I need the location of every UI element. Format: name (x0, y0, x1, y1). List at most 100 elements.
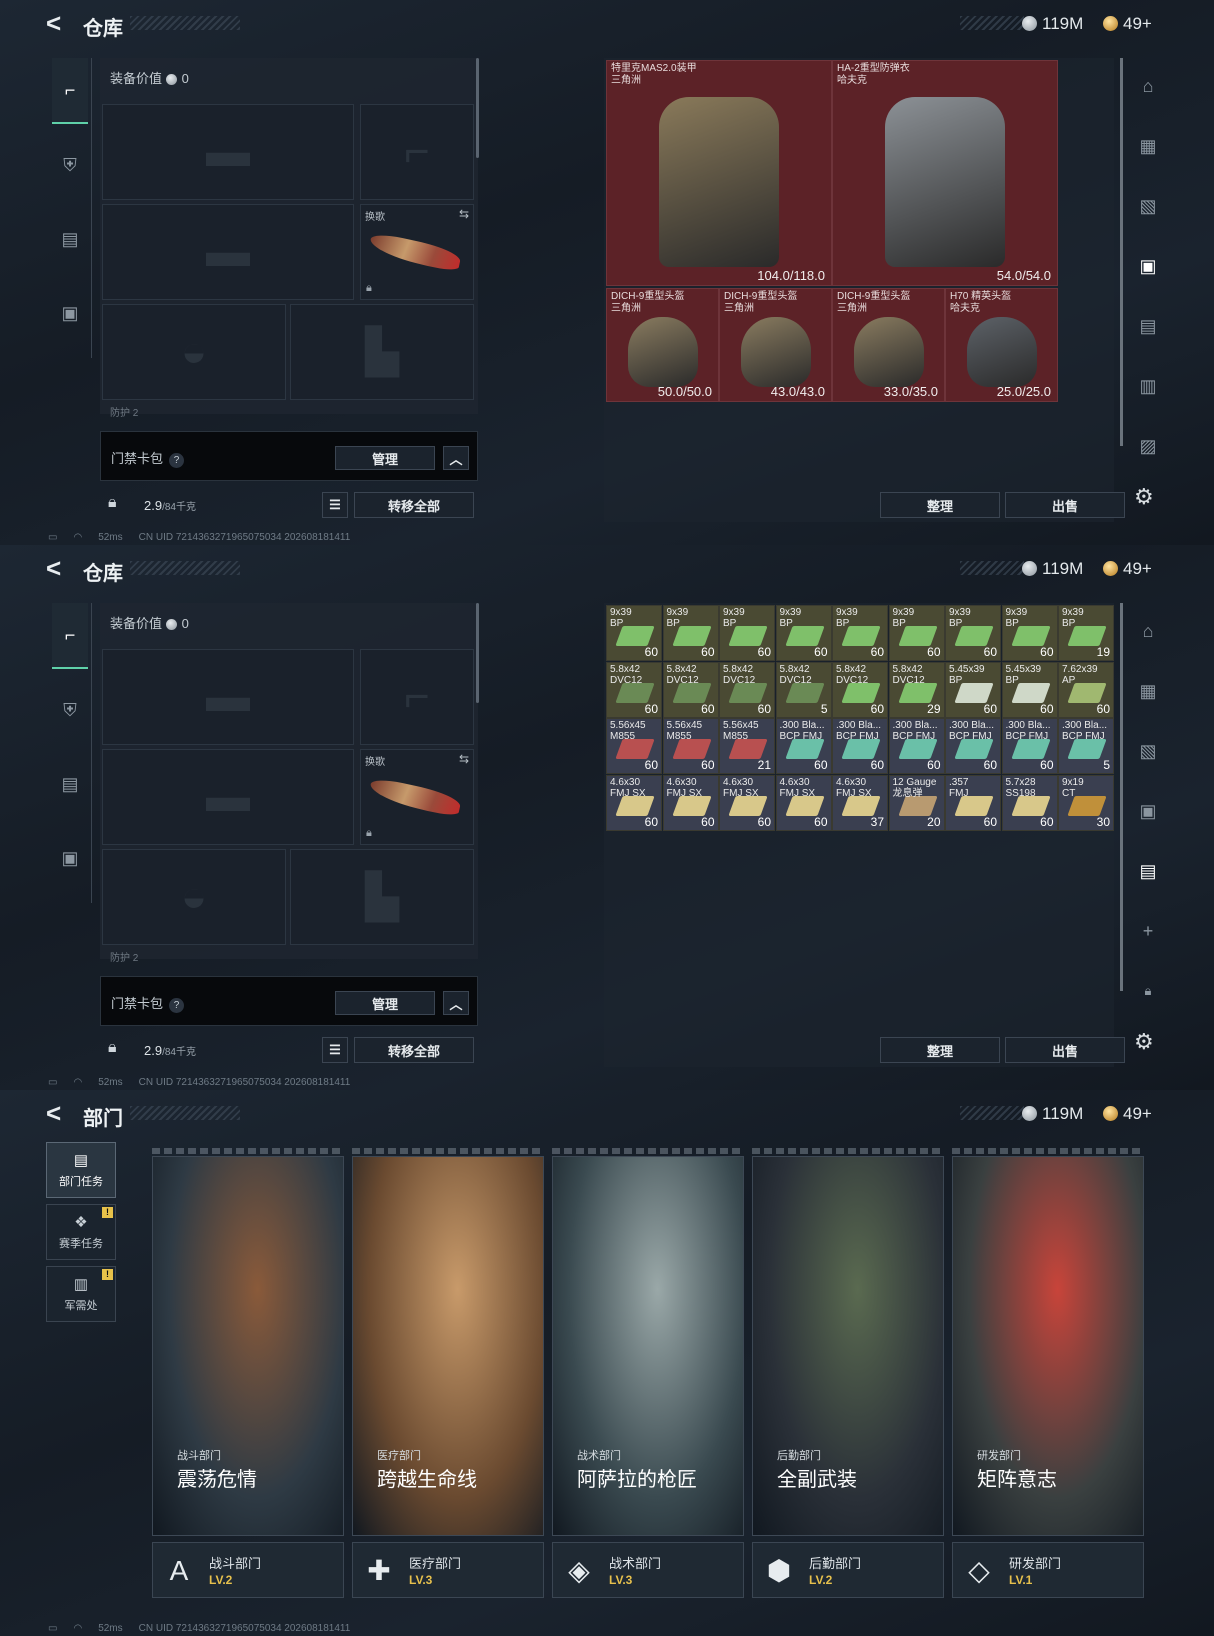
ammo-item[interactable]: 4.6x30 FMJ SX 60 (662, 774, 719, 831)
ammo-item[interactable]: 9x39 BP 60 (832, 605, 888, 661)
secondary-weapon-slot[interactable]: ▬ (102, 749, 354, 845)
armor-slot[interactable]: ▙ (290, 304, 474, 400)
category-weapons-icon[interactable]: ▦ (1132, 130, 1164, 162)
help-icon[interactable]: ? (169, 453, 185, 468)
armor-item[interactable]: DICH-9重型头盔 三角洲 43.0/43.0 (719, 288, 832, 402)
card-footer[interactable]: A 战斗部门 LV.2 (152, 1542, 344, 1598)
category-all-icon[interactable]: ⌂ (1132, 615, 1164, 647)
manage-button[interactable]: 管理 (335, 991, 435, 1015)
secondary-weapon-slot[interactable]: ▬ (102, 204, 354, 300)
ammo-item[interactable]: 5.56x45 M855 60 (662, 718, 719, 774)
ammo-item[interactable]: 5.8x42 DVC12 29 (888, 661, 945, 718)
category-weapons-icon[interactable]: ▦ (1132, 675, 1164, 707)
card-footer[interactable]: ◇ 研发部门 LV.1 (952, 1542, 1144, 1598)
help-icon[interactable]: ? (169, 998, 185, 1013)
sell-button[interactable]: 出售 (1005, 1037, 1125, 1063)
ammo-item[interactable]: 9x39 BP 60 (888, 605, 945, 661)
pistol-slot[interactable]: ⌐ (360, 649, 474, 745)
lock-icon[interactable]: 🔒︎ (1132, 975, 1164, 1007)
department-card[interactable]: 战斗部门 震荡危情 A 战斗部门 LV.2 (152, 1148, 344, 1624)
equipment-scrollbar[interactable] (476, 603, 479, 703)
tab-armor[interactable]: ⛨ (52, 132, 88, 198)
primary-weapon-slot[interactable]: ▬ (102, 104, 354, 200)
dept-tab[interactable]: ▥ 军需处! (46, 1266, 116, 1322)
category-armor-icon[interactable]: ▣ (1132, 795, 1164, 827)
ammo-item[interactable]: 9x39 BP 60 (775, 605, 832, 661)
ammo-item[interactable]: 5.8x42 DVC12 60 (832, 661, 888, 718)
tab-rig[interactable]: ▤ (52, 751, 88, 817)
ammo-item[interactable]: 5.45x39 BP 60 (945, 661, 1001, 718)
tab-backpack[interactable]: ▣ (52, 280, 88, 346)
category-rig-icon[interactable]: ▤ (1132, 310, 1164, 342)
melee-slot[interactable]: 换歌 ⇆ 🔒︎ (360, 204, 474, 300)
ammo-item[interactable]: .300 Bla... BCP FMJ 60 (832, 718, 888, 774)
gold-currency[interactable]: 49+ (1103, 14, 1152, 34)
dept-tab[interactable]: ❖ 赛季任务! (46, 1204, 116, 1260)
ammo-item[interactable]: 9x39 BP 60 (719, 605, 775, 661)
ammo-item[interactable]: 9x39 BP 60 (945, 605, 1001, 661)
card-footer[interactable]: ◈ 战术部门 LV.3 (552, 1542, 744, 1598)
add-icon[interactable]: + (1132, 915, 1164, 947)
tab-armor[interactable]: ⛨ (52, 677, 88, 743)
ammo-item[interactable]: 9x39 BP 19 (1058, 605, 1114, 661)
settings-gear-icon[interactable]: ⚙ (1134, 1029, 1154, 1055)
department-card[interactable]: 战术部门 阿萨拉的枪匠 ◈ 战术部门 LV.3 (552, 1148, 744, 1624)
category-ammo-icon[interactable]: ▤ (1132, 855, 1164, 887)
stash-scrollbar[interactable] (1120, 58, 1123, 446)
department-card[interactable]: 后勤部门 全副武装 ⬢ 后勤部门 LV.2 (752, 1148, 944, 1624)
armor-item[interactable]: H70 精英头盔 哈夫克 25.0/25.0 (945, 288, 1058, 402)
ammo-item[interactable]: 9x39 BP 60 (662, 605, 719, 661)
ammo-item[interactable]: 9x19 CT 30 (1058, 774, 1114, 831)
ammo-item[interactable]: 5.7x28 SS198 60 (1001, 774, 1058, 831)
ammo-item[interactable]: 4.6x30 FMJ SX 60 (719, 774, 775, 831)
category-misc-icon[interactable]: ▨ (1132, 430, 1164, 462)
ammo-item[interactable]: 7.62x39 AP 60 (1058, 661, 1114, 718)
ammo-item[interactable]: 9x39 BP 60 (1001, 605, 1058, 661)
manage-button[interactable]: 管理 (335, 446, 435, 470)
stash-scrollbar[interactable] (1120, 603, 1123, 991)
back-icon[interactable]: < (46, 555, 61, 581)
category-armor-icon[interactable]: ▣ (1132, 250, 1164, 282)
department-card[interactable]: 医疗部门 跨越生命线 ✚ 医疗部门 LV.3 (352, 1148, 544, 1624)
ammo-item[interactable]: 4.6x30 FMJ SX 60 (775, 774, 832, 831)
armor-slot[interactable]: ▙ (290, 849, 474, 945)
sort-button[interactable]: 整理 (880, 492, 1000, 518)
list-view-button[interactable]: ☰ (322, 1037, 348, 1063)
swap-icon[interactable]: ⇆ (459, 207, 469, 221)
category-ammo-icon[interactable]: ▧ (1132, 190, 1164, 222)
settings-gear-icon[interactable]: ⚙ (1134, 484, 1154, 510)
helmet-slot[interactable]: ◒ (102, 849, 286, 945)
ammo-item[interactable]: 5.56x45 M855 21 (719, 718, 775, 774)
knife-item[interactable] (367, 231, 463, 273)
ammo-item[interactable]: 5.8x42 DVC12 60 (662, 661, 719, 718)
ammo-item[interactable]: 4.6x30 FMJ SX 60 (606, 774, 662, 831)
ammo-item[interactable]: .300 Bla... BCP FMJ 5 (1058, 718, 1114, 774)
department-card[interactable]: 研发部门 矩阵意志 ◇ 研发部门 LV.1 (952, 1148, 1144, 1624)
category-meds-icon[interactable]: ▥ (1132, 370, 1164, 402)
transfer-all-button[interactable]: 转移全部 (354, 492, 474, 518)
ammo-item[interactable]: .300 Bla... BCP FMJ 60 (1001, 718, 1058, 774)
ammo-item[interactable]: 5.56x45 M855 60 (606, 718, 662, 774)
ammo-item[interactable]: 5.8x42 DVC12 5 (775, 661, 832, 718)
category-all-icon[interactable]: ⌂ (1132, 70, 1164, 102)
gold-currency[interactable]: 49+ (1103, 559, 1152, 579)
armor-item[interactable]: DICH-9重型头盔 三角洲 50.0/50.0 (606, 288, 719, 402)
ammo-item[interactable]: .300 Bla... BCP FMJ 60 (945, 718, 1001, 774)
collapse-button[interactable]: ︿ (443, 446, 469, 470)
sort-button[interactable]: 整理 (880, 1037, 1000, 1063)
ammo-item[interactable]: .300 Bla... BCP FMJ 60 (775, 718, 832, 774)
card-footer[interactable]: ✚ 医疗部门 LV.3 (352, 1542, 544, 1598)
ammo-item[interactable]: .357 FMJ 60 (945, 774, 1001, 831)
armor-item[interactable]: DICH-9重型头盔 三角洲 33.0/35.0 (832, 288, 945, 402)
equipment-scrollbar[interactable] (476, 58, 479, 158)
helmet-slot[interactable]: ◒ (102, 304, 286, 400)
tab-weapons[interactable]: ⌐ (52, 58, 88, 124)
card-footer[interactable]: ⬢ 后勤部门 LV.2 (752, 1542, 944, 1598)
ammo-item[interactable]: 5.45x39 BP 60 (1001, 661, 1058, 718)
tab-backpack[interactable]: ▣ (52, 825, 88, 891)
collapse-button[interactable]: ︿ (443, 991, 469, 1015)
tab-weapons[interactable]: ⌐ (52, 603, 88, 669)
knife-item[interactable] (367, 776, 463, 818)
category-attachments-icon[interactable]: ▧ (1132, 735, 1164, 767)
melee-slot[interactable]: 换歌 ⇆ 🔒︎ (360, 749, 474, 845)
